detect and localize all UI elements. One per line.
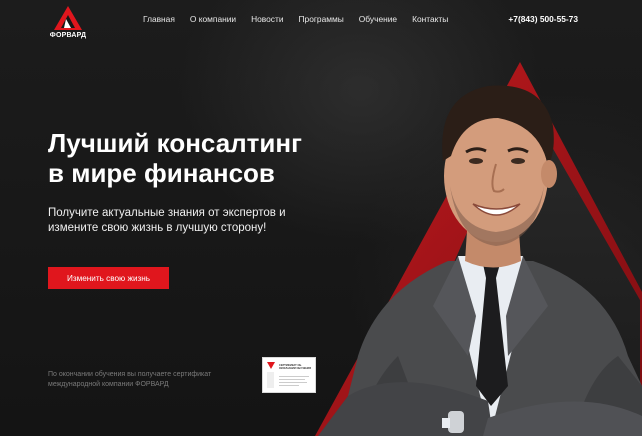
nav-item-news[interactable]: Новости (251, 14, 283, 24)
certificate-note: По окончании обучения вы получаете серти… (48, 370, 248, 389)
hero-subtitle-line-1: Получите актуальные знания от экспертов … (48, 207, 286, 219)
nav-item-about[interactable]: О компании (190, 14, 236, 24)
logo-text: ФОРВАРД (49, 32, 87, 39)
certificate-note-line-2: международной компании ФОРВАРД (48, 380, 169, 388)
smiling-man-in-suit (318, 85, 642, 436)
triangle-a-logo-icon (54, 6, 82, 30)
main-nav: Главная О компании Новости Программы Обу… (143, 14, 448, 24)
phone-link[interactable]: +7(843) 500-55-73 (508, 14, 578, 24)
hero-title-line-2: в мире финансов (48, 158, 275, 188)
nav-item-programs[interactable]: Программы (299, 14, 344, 24)
logo[interactable]: ФОРВАРД (45, 5, 91, 41)
hero-title-line-1: Лучший консалтинг (48, 128, 302, 158)
nav-item-home[interactable]: Главная (143, 14, 175, 24)
certificate-note-line-1: По окончании обучения вы получаете серти… (48, 371, 212, 378)
hero-title: Лучший консалтинг в мире финансов (48, 128, 378, 188)
nav-item-training[interactable]: Обучение (359, 14, 397, 24)
change-life-button[interactable]: Изменить свою жизнь (48, 267, 169, 289)
certificate-preview[interactable]: СЕРТИФИКАТ ОБ ОКОНЧАНИИ ОБУЧЕНИЯ (262, 357, 316, 393)
hero-subtitle-line-2: измените свою жизнь в лучшую сторону! (48, 222, 267, 234)
hero-subtitle: Получите актуальные знания от экспертов … (48, 206, 318, 236)
nav-item-contacts[interactable]: Контакты (412, 14, 448, 24)
certificate-card-title: СЕРТИФИКАТ ОБ ОКОНЧАНИИ ОБУЧЕНИЯ (279, 364, 312, 371)
